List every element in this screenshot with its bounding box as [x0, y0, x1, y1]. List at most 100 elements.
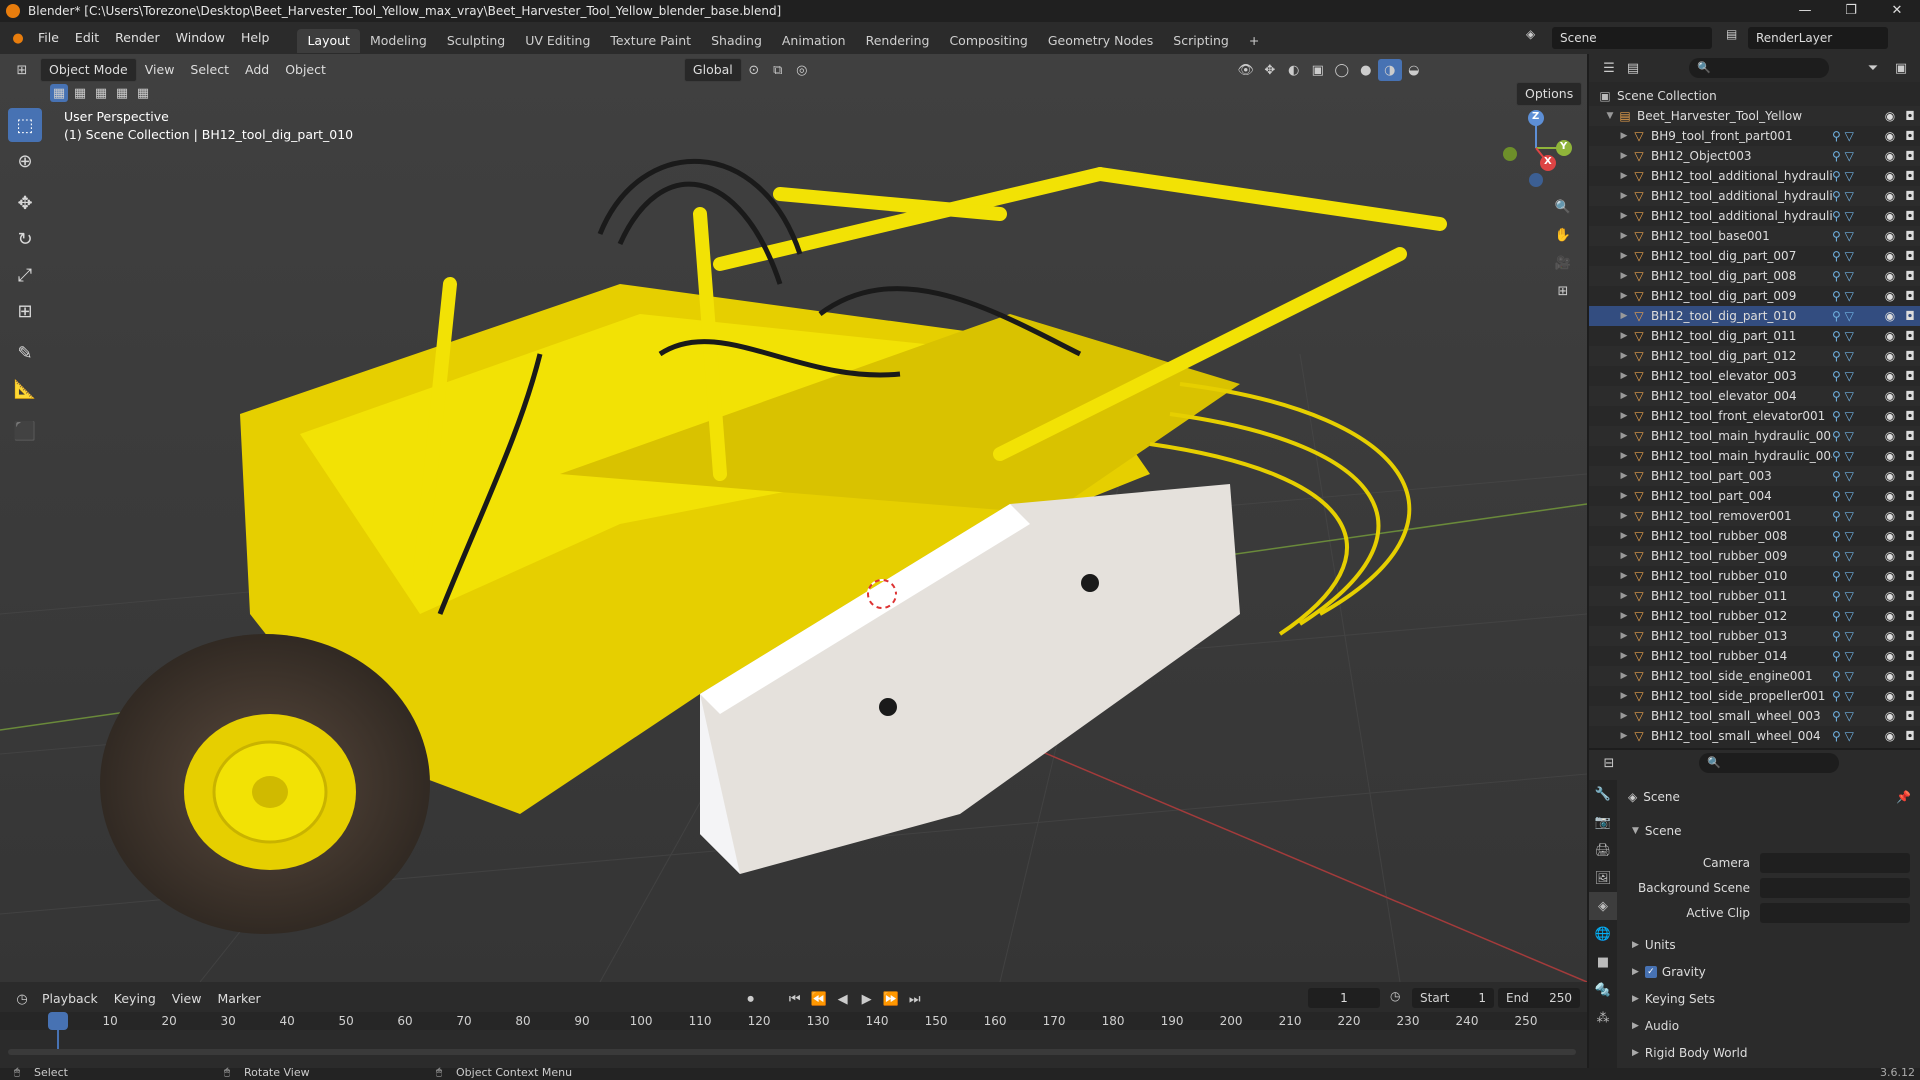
camera-icon[interactable]: ◘: [1900, 549, 1920, 563]
render-layer-selector[interactable]: RenderLayer: [1748, 27, 1888, 49]
modifier-mesh-icon[interactable]: ⚲ ▽: [1832, 249, 1880, 263]
end-frame-field[interactable]: End 250: [1498, 988, 1580, 1008]
camera-icon[interactable]: ◘: [1900, 449, 1920, 463]
outliner-item[interactable]: ▶ ▽ BH12_tool_rubber_009 ⚲ ▽ ◉ ◘: [1589, 546, 1920, 566]
camera-icon[interactable]: ◘: [1900, 369, 1920, 383]
outliner-item[interactable]: ▶ ▽ BH12_tool_rubber_008 ⚲ ▽ ◉ ◘: [1589, 526, 1920, 546]
outliner-item[interactable]: ▶ ▽ BH12_tool_part_003 ⚲ ▽ ◉ ◘: [1589, 466, 1920, 486]
outliner-item[interactable]: ▶ ▽ BH12_tool_rubber_014 ⚲ ▽ ◉ ◘: [1589, 646, 1920, 666]
modifier-mesh-icon[interactable]: ⚲ ▽: [1832, 649, 1880, 663]
viewport-menu-add[interactable]: Add: [237, 59, 277, 81]
viewport-menu-object[interactable]: Object: [277, 59, 334, 81]
scene-selector[interactable]: Scene: [1552, 27, 1712, 49]
ortho-grid-icon[interactable]: ⊞: [1551, 280, 1575, 302]
menu-file[interactable]: File: [30, 22, 67, 54]
select-subtract-icon[interactable]: ▦: [92, 84, 110, 102]
modifier-mesh-icon[interactable]: ⚲ ▽: [1832, 209, 1880, 223]
eye-icon[interactable]: ◉: [1880, 389, 1900, 403]
expand-icon[interactable]: ▶: [1617, 351, 1631, 361]
playhead[interactable]: [48, 1012, 68, 1030]
outliner-item[interactable]: ▶ ▽ BH12_tool_dig_part_011 ⚲ ▽ ◉ ◘: [1589, 326, 1920, 346]
tool-tab-icon[interactable]: 🔧: [1589, 780, 1617, 808]
outliner-item[interactable]: ▶ ▽ BH12_tool_base001 ⚲ ▽ ◉ ◘: [1589, 226, 1920, 246]
eye-icon[interactable]: ◉: [1880, 709, 1900, 723]
outliner-item[interactable]: ▶ ▽ BH9_tool_front_part001 ⚲ ▽ ◉ ◘: [1589, 126, 1920, 146]
camera-icon[interactable]: ◘: [1900, 409, 1920, 423]
rendered-shading-icon[interactable]: ◒: [1402, 59, 1426, 81]
expand-icon[interactable]: ▶: [1617, 511, 1631, 521]
camera-icon[interactable]: ◘: [1900, 429, 1920, 443]
select-new-icon[interactable]: ▦: [50, 84, 68, 102]
pan-hand-icon[interactable]: ✋: [1551, 224, 1575, 246]
rotate-tool-icon[interactable]: ↻: [8, 222, 42, 256]
camera-icon[interactable]: ◘: [1900, 349, 1920, 363]
current-frame-field[interactable]: 1: [1308, 988, 1380, 1008]
collapse-icon[interactable]: ▼: [1603, 111, 1617, 121]
gravity-panel-header[interactable]: ▶ ✓ Gravity: [1632, 965, 1706, 979]
camera-field[interactable]: [1760, 853, 1910, 873]
navigation-gizmo[interactable]: Z Y X: [1496, 108, 1576, 188]
modifier-mesh-icon[interactable]: ⚲ ▽: [1832, 689, 1880, 703]
camera-icon[interactable]: ◘: [1900, 249, 1920, 263]
eye-icon[interactable]: ◉: [1880, 109, 1900, 123]
restore-icon[interactable]: ❐: [1828, 0, 1874, 22]
modifier-mesh-icon[interactable]: ⚲ ▽: [1832, 149, 1880, 163]
camera-icon[interactable]: ◘: [1900, 609, 1920, 623]
expand-icon[interactable]: ▶: [1617, 171, 1631, 181]
units-panel-header[interactable]: ▶ Units: [1632, 938, 1676, 952]
snap-icon[interactable]: ⧉: [766, 59, 790, 81]
audio-panel-header[interactable]: ▶ Audio: [1632, 1019, 1679, 1033]
xray-icon[interactable]: ▣: [1306, 59, 1330, 81]
mode-selector[interactable]: Object Mode: [40, 58, 137, 82]
modifier-mesh-icon[interactable]: ⚲ ▽: [1832, 449, 1880, 463]
modifier-mesh-icon[interactable]: ⚲ ▽: [1832, 549, 1880, 563]
camera-icon[interactable]: ◘: [1900, 649, 1920, 663]
properties-editor-icon[interactable]: ⊟: [1597, 752, 1621, 774]
camera-icon[interactable]: ◘: [1900, 149, 1920, 163]
modifier-mesh-icon[interactable]: ⚲ ▽: [1832, 529, 1880, 543]
expand-icon[interactable]: ▶: [1617, 671, 1631, 681]
select-extend-icon[interactable]: ▦: [71, 84, 89, 102]
camera-icon[interactable]: ◘: [1900, 469, 1920, 483]
outliner-item[interactable]: ▶ ▽ BH12_tool_rubber_011 ⚲ ▽ ◉ ◘: [1589, 586, 1920, 606]
eye-icon[interactable]: ◉: [1880, 169, 1900, 183]
camera-icon[interactable]: ◘: [1900, 209, 1920, 223]
new-collection-icon[interactable]: ▣: [1889, 57, 1913, 79]
camera-icon[interactable]: ◘: [1900, 129, 1920, 143]
expand-icon[interactable]: ▶: [1617, 451, 1631, 461]
outliner-search-input[interactable]: 🔍: [1689, 58, 1829, 78]
eye-icon[interactable]: ◉: [1880, 269, 1900, 283]
scene-panel-header[interactable]: ▼ Scene: [1632, 824, 1682, 838]
expand-icon[interactable]: ▶: [1617, 231, 1631, 241]
expand-icon[interactable]: ▶: [1617, 151, 1631, 161]
annotate-tool-icon[interactable]: ✎: [8, 336, 42, 370]
eye-icon[interactable]: ◉: [1880, 509, 1900, 523]
modifier-mesh-icon[interactable]: ⚲ ▽: [1832, 609, 1880, 623]
wireframe-shading-icon[interactable]: ◯: [1330, 59, 1354, 81]
viewport-menu-select[interactable]: Select: [182, 59, 237, 81]
eye-icon[interactable]: ◉: [1880, 309, 1900, 323]
modifier-mesh-icon[interactable]: ⚲ ▽: [1832, 409, 1880, 423]
eye-icon[interactable]: ◉: [1880, 429, 1900, 443]
transform-orientation-selector[interactable]: Global: [683, 58, 742, 82]
display-mode-icon[interactable]: ▤: [1621, 57, 1645, 79]
scale-tool-icon[interactable]: ⤢: [8, 258, 42, 292]
expand-icon[interactable]: ▶: [1617, 711, 1631, 721]
outliner-editor-icon[interactable]: ☰: [1597, 57, 1621, 79]
modifier-mesh-icon[interactable]: ⚲ ▽: [1832, 489, 1880, 503]
expand-icon[interactable]: ▶: [1617, 731, 1631, 741]
expand-icon[interactable]: ▶: [1617, 571, 1631, 581]
outliner-item[interactable]: ▶ ▽ BH12_tool_rubber_013 ⚲ ▽ ◉ ◘: [1589, 626, 1920, 646]
camera-icon[interactable]: ◘: [1900, 669, 1920, 683]
play-icon[interactable]: ▶: [855, 988, 879, 1010]
modifier-mesh-icon[interactable]: ⚲ ▽: [1832, 269, 1880, 283]
close-icon[interactable]: ✕: [1874, 0, 1920, 22]
modifier-mesh-icon[interactable]: ⚲ ▽: [1832, 309, 1880, 323]
tab-texture-paint[interactable]: Texture Paint: [600, 29, 701, 53]
eye-icon[interactable]: ◉: [1880, 409, 1900, 423]
modifier-mesh-icon[interactable]: ⚲ ▽: [1832, 349, 1880, 363]
outliner-item[interactable]: ▶ ▽ BH12_tool_small_wheel_004 ⚲ ▽ ◉ ◘: [1589, 726, 1920, 746]
outliner-item[interactable]: ▶ ▽ BH12_tool_rubber_010 ⚲ ▽ ◉ ◘: [1589, 566, 1920, 586]
outliner-collection-row[interactable]: ▼ ▤ Beet_Harvester_Tool_Yellow ◉ ◘: [1589, 106, 1920, 126]
tab-sculpting[interactable]: Sculpting: [437, 29, 515, 53]
